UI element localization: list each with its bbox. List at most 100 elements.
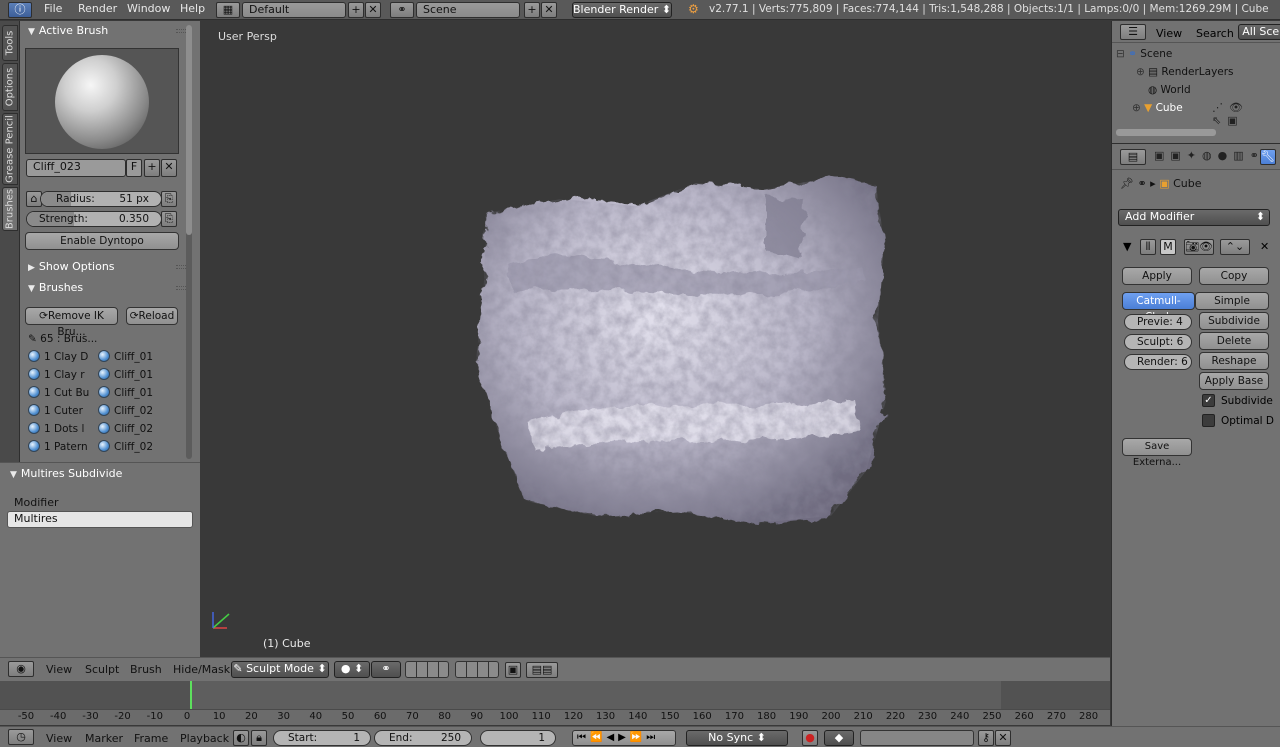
modifier-tab-wrench-icon[interactable]: 🔧︎	[1260, 149, 1276, 165]
brush-list-item[interactable]: Cliff_01	[98, 349, 153, 365]
show-options-header[interactable]: ▶ Show Options	[20, 257, 188, 277]
brush-list-item[interactable]: Cliff_01	[98, 367, 153, 383]
reload-button[interactable]: ⟳Reload	[126, 307, 178, 325]
brush-list[interactable]: 1 Clay D Cliff_01 1 Clay r Cliff_01 1 Cut Bu…	[28, 349, 178, 461]
timeline-menu-frame[interactable]: Frame	[134, 732, 168, 745]
brush-list-item[interactable]: 1 Clay D	[28, 349, 88, 365]
shading-select[interactable]: ● ⬍	[334, 661, 370, 678]
tab-options[interactable]: Options	[2, 63, 18, 111]
playback-controls[interactable]: ⏮⏪◀▶⏩⏭	[572, 730, 676, 746]
layout-field[interactable]: Default	[242, 2, 346, 18]
active-brush-header[interactable]: ▼ Active Brush	[20, 21, 188, 41]
remove-scene-icon[interactable]: ✕	[541, 2, 557, 18]
shelf-scrollbar-thumb[interactable]	[186, 25, 192, 235]
modifier-move-icons[interactable]: ⌃⌄	[1220, 239, 1250, 255]
subdivide-button[interactable]: Subdivide	[1199, 312, 1269, 330]
brush-preview[interactable]	[25, 48, 179, 154]
menu-render[interactable]: Render	[78, 2, 117, 15]
preview-range-icon[interactable]: ◐	[233, 730, 249, 746]
modifier-header[interactable]: ▼ ⦀ M 📷︎👁︎ ⌃⌄ ✕	[1120, 238, 1270, 258]
add-modifier-select[interactable]: Add Modifier ⬍	[1118, 209, 1270, 226]
delete-keyframe-icon[interactable]: ✕	[995, 730, 1011, 746]
sync-select[interactable]: No Sync ⬍	[686, 730, 788, 746]
fake-user-button[interactable]: F	[126, 159, 142, 177]
keying-set-field[interactable]	[860, 730, 974, 746]
outliner-view-menu[interactable]: View	[1156, 27, 1182, 40]
shelf-scrollbar[interactable]	[186, 25, 192, 459]
remove-modifier-icon[interactable]: ✕	[1260, 240, 1269, 253]
visibility-toggles-icon[interactable]: ⋰👁︎⇖▣	[1212, 101, 1280, 127]
brush-list-item[interactable]: Cliff_02	[98, 421, 153, 437]
outliner-search-menu[interactable]: Search	[1196, 27, 1234, 40]
save-external-button[interactable]: Save Externa...	[1122, 438, 1192, 468]
timeline-area[interactable]	[0, 681, 1110, 709]
delete-higher-button[interactable]: Delete Higher	[1199, 332, 1269, 363]
keyframe-type-select[interactable]: ◆	[824, 730, 854, 746]
brush-list-item[interactable]: 1 Clay r	[28, 367, 85, 383]
modifier-visibility-icons[interactable]: 📷︎👁︎	[1184, 239, 1214, 255]
apply-base-button[interactable]: Apply Base	[1199, 372, 1269, 390]
render-levels-field[interactable]: Render: 6	[1124, 354, 1192, 370]
operator-header[interactable]: ▼ Multires Subdivide	[10, 467, 122, 480]
context-tabs-icon[interactable]: ▣▣✦◍●▥⚭	[1154, 149, 1265, 162]
optimal-display-checkbox[interactable]	[1202, 414, 1215, 427]
timeline-menu-marker[interactable]: Marker	[85, 732, 123, 745]
brush-list-item[interactable]: 1 Dots l	[28, 421, 84, 437]
end-frame-field[interactable]: End: 250	[374, 730, 472, 746]
outliner-editor-icon[interactable]: ☰	[1120, 24, 1146, 40]
timeline-menu-playback[interactable]: Playback	[180, 732, 229, 745]
menu-hide-mask[interactable]: Hide/Mask	[173, 663, 230, 676]
current-frame-field[interactable]: 1	[480, 730, 556, 746]
catmull-clark-button[interactable]: Catmull-Clark	[1122, 292, 1195, 323]
subdivide-uvs-checkbox[interactable]: ✓	[1202, 394, 1215, 407]
pin-icon[interactable]: 📌︎	[1120, 177, 1134, 190]
simple-button[interactable]: Simple	[1195, 292, 1269, 310]
current-frame-marker[interactable]	[190, 681, 192, 709]
start-frame-field[interactable]: Start: 1	[273, 730, 371, 746]
mode-select[interactable]: ✎ Sculpt Mode ⬍	[231, 661, 329, 678]
scene-icon[interactable]: ⚭	[390, 2, 414, 18]
properties-editor-icon[interactable]: ▤	[1120, 149, 1146, 165]
brush-list-item[interactable]: Cliff_01	[98, 385, 153, 401]
remove-layout-icon[interactable]: ✕	[365, 2, 381, 18]
menu-file[interactable]: File	[44, 2, 62, 15]
modifier-field[interactable]: Multires	[7, 511, 193, 528]
brush-name-field[interactable]: Cliff_023	[26, 159, 126, 177]
brush-list-item[interactable]: 1 Patern	[28, 439, 88, 455]
timeline-ruler[interactable]: -50 -40 -30 -20 -10 0 10 20 30 40 50 60 70 80 90 100 110…	[0, 709, 1110, 725]
expand-modifier-icon[interactable]: ▼	[1123, 240, 1131, 253]
sculpt-levels-field[interactable]: Sculpt: 6	[1124, 334, 1192, 350]
radius-slider[interactable]: Radius: 51 px	[40, 191, 162, 207]
outliner-scrollbar[interactable]	[1116, 129, 1216, 136]
timeline[interactable]: -50 -40 -30 -20 -10 0 10 20 30 40 50 60 70 80 90 100 110…	[0, 681, 1110, 725]
remove-brushes-button[interactable]: ⟳Remove IK Bru...	[25, 307, 118, 338]
new-brush-icon[interactable]: +	[144, 159, 160, 177]
render-engine-select[interactable]: Blender Render ⬍	[572, 2, 672, 18]
outliner-filter-select[interactable]: All Scer	[1238, 24, 1280, 40]
enable-dyntopo-button[interactable]: Enable Dyntopo	[25, 232, 179, 250]
tree-item-cube[interactable]: ⊕ ▼ Cube	[1132, 102, 1183, 114]
menu-window[interactable]: Window	[127, 2, 170, 15]
brush-list-item[interactable]: 1 Cut Bu	[28, 385, 89, 401]
modifier-name-field[interactable]: M	[1160, 239, 1176, 255]
brush-list-item[interactable]: Cliff_02	[98, 403, 153, 419]
radius-pressure-icon[interactable]: ⎘	[161, 191, 177, 207]
add-scene-icon[interactable]: +	[524, 2, 540, 18]
layout-grid-icon[interactable]: ▦	[216, 2, 240, 18]
reshape-button[interactable]: Reshape	[1199, 352, 1269, 370]
panel-grip-icon[interactable]	[176, 286, 186, 290]
brush-list-item[interactable]: 1 Cuter	[28, 403, 83, 419]
panel-grip-icon[interactable]	[176, 265, 186, 269]
tab-tools[interactable]: Tools	[2, 25, 18, 61]
3d-viewport[interactable]: User Persp (1) Cube	[201, 21, 1110, 657]
unlink-brush-icon[interactable]: ✕	[161, 159, 177, 177]
lock-camera-icon[interactable]: ▣	[505, 662, 521, 678]
apply-button[interactable]: Apply	[1122, 267, 1192, 285]
info-editor-icon[interactable]: ⓘ	[8, 2, 32, 18]
panel-grip-icon[interactable]	[176, 29, 186, 33]
scene-field[interactable]: Scene	[416, 2, 520, 18]
layer-buttons-left[interactable]	[405, 661, 449, 678]
insert-keyframe-icon[interactable]: ⚷	[978, 730, 994, 746]
menu-sculpt[interactable]: Sculpt	[85, 663, 119, 676]
tab-brushes[interactable]: Brushes	[2, 187, 18, 231]
